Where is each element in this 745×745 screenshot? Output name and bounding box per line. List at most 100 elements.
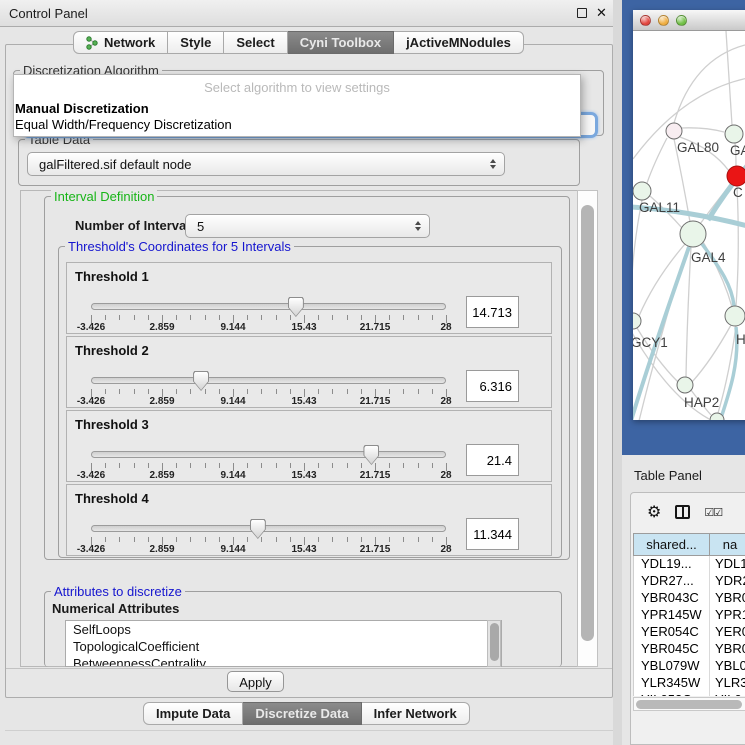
list-item[interactable]: SelfLoops — [66, 621, 501, 638]
slider-track[interactable] — [91, 451, 446, 458]
settings-vertical-scrollbar[interactable] — [577, 190, 598, 667]
spinner-value: 5 — [186, 219, 415, 234]
tick-label: -3.426 — [77, 396, 105, 407]
num-intervals-spinner[interactable]: 5 — [185, 214, 430, 238]
network-node-red[interactable] — [727, 166, 745, 186]
scrollbar-thumb[interactable] — [636, 700, 742, 709]
tick-mark — [176, 389, 177, 394]
network-node-h[interactable] — [725, 306, 745, 326]
table-row[interactable]: YLR345WYLR3 — [634, 675, 745, 692]
table-header-row: shared...na — [633, 533, 745, 556]
tab-impute-data[interactable]: Impute Data — [143, 702, 243, 725]
float-window-icon[interactable] — [577, 8, 587, 18]
threshold-value-field[interactable]: 6.316 — [466, 370, 519, 402]
slider-thumb[interactable] — [250, 519, 266, 539]
network-node-gal4[interactable] — [680, 221, 706, 247]
slider-thumb[interactable] — [288, 297, 304, 317]
threshold-value-field[interactable]: 11.344 — [466, 518, 519, 550]
cell-shared-name: YIL052C — [634, 692, 710, 696]
threshold-value-field[interactable]: 21.4 — [466, 444, 519, 476]
cell-shared-name: YBL079W — [634, 658, 710, 675]
algorithm-dropdown-popup: Select algorithm to view settings Manual… — [13, 74, 581, 137]
slider-track[interactable] — [91, 377, 446, 384]
table-row[interactable]: YBL079WYBL0 — [634, 658, 745, 675]
scrollbar-thumb[interactable] — [490, 623, 499, 661]
tick-mark — [403, 537, 404, 542]
network-canvas[interactable]: GAL80GACGAL11GAL4GCY1HHAP2 — [633, 31, 745, 420]
table-row[interactable]: YPR145WYPR1 — [634, 607, 745, 624]
tab-label: jActiveMNodules — [406, 35, 511, 50]
threshold-row: Threshold 4-3.4262.8599.14415.4321.71528… — [66, 484, 552, 556]
tick-mark — [432, 389, 433, 394]
network-node-ga[interactable] — [725, 125, 743, 143]
threshold-value-field[interactable]: 14.713 — [466, 296, 519, 328]
tick-mark — [148, 389, 149, 394]
network-node-gal80[interactable] — [666, 123, 682, 139]
slider-thumb[interactable] — [193, 371, 209, 391]
table-row[interactable]: YBR043CYBR0 — [634, 590, 745, 607]
tick-mark — [190, 463, 191, 468]
tab-cyni-toolbox[interactable]: Cyni Toolbox — [288, 31, 394, 54]
divider — [5, 730, 613, 731]
table-row[interactable]: YIL052CYIL0 — [634, 692, 745, 696]
cell-shared-name: YPR145W — [634, 607, 710, 624]
select-columns-icon[interactable]: ☑☑ — [704, 506, 722, 519]
algorithm-option[interactable]: Equal Width/Frequency Discretization — [15, 117, 232, 132]
table-panel-card: ⚙ ☑☑ shared...na YDL19...YDL1YDR27...YDR… — [630, 492, 745, 745]
control-panel: Control Panel ✕ NetworkStyleSelectCyni T… — [0, 0, 618, 745]
tab-infer-network[interactable]: Infer Network — [362, 702, 470, 725]
network-edge — [736, 186, 738, 306]
tab-discretize-data[interactable]: Discretize Data — [243, 702, 361, 725]
column-header[interactable]: shared... — [633, 533, 710, 556]
split-columns-icon[interactable] — [675, 505, 690, 519]
tick-mark — [134, 463, 135, 468]
tick-mark — [332, 537, 333, 542]
group-title: Interval Definition — [51, 189, 157, 204]
tab-network[interactable]: Network — [73, 31, 168, 54]
tick-mark — [432, 463, 433, 468]
tick-mark — [432, 537, 433, 542]
cell-name: YLR3 — [710, 675, 745, 692]
tick-mark — [347, 389, 348, 394]
algorithm-option[interactable]: Manual Discretization — [15, 101, 149, 116]
table-horizontal-scrollbar[interactable] — [633, 697, 745, 711]
table-row[interactable]: YBR045CYBR0 — [634, 641, 745, 658]
apply-button[interactable]: Apply — [227, 671, 284, 692]
tick-label: 28 — [440, 322, 451, 333]
table-row[interactable]: YDL19...YDL1 — [634, 556, 745, 573]
node-label: HAP2 — [684, 395, 719, 410]
tab-select[interactable]: Select — [224, 31, 287, 54]
tick-label: 9.144 — [220, 470, 245, 481]
tab-style[interactable]: Style — [168, 31, 224, 54]
slider-track[interactable] — [91, 525, 446, 532]
popup-placeholder: Select algorithm to view settings — [14, 80, 580, 95]
tick-mark — [219, 463, 220, 468]
list-item[interactable]: TopologicalCoefficient — [66, 638, 501, 655]
tick-label: 9.144 — [220, 322, 245, 333]
network-edge — [647, 138, 667, 183]
slider-thumb[interactable] — [363, 445, 379, 465]
tab-jactivemnodules[interactable]: jActiveMNodules — [394, 31, 524, 54]
close-icon[interactable]: ✕ — [596, 5, 607, 21]
tick-mark — [361, 537, 362, 542]
attributes-list-scrollbar[interactable] — [487, 620, 501, 667]
list-item[interactable]: BetweennessCentrality — [66, 655, 501, 667]
network-edge — [633, 200, 642, 316]
scrollbar-thumb[interactable] — [581, 205, 594, 641]
column-header[interactable]: na — [710, 533, 745, 556]
slider-track[interactable] — [91, 303, 446, 310]
zoom-traffic-icon[interactable] — [676, 15, 687, 26]
table-row[interactable]: YDR27...YDR2 — [634, 573, 745, 590]
tick-mark — [361, 463, 362, 468]
numerical-attributes-list[interactable]: SelfLoopsTopologicalCoefficientBetweenne… — [65, 620, 502, 667]
tab-label: Impute Data — [156, 706, 230, 721]
table-data-combobox[interactable]: galFiltered.sif default node — [27, 152, 505, 176]
table-row[interactable]: YER054CYER0 — [634, 624, 745, 641]
minimize-traffic-icon[interactable] — [658, 15, 669, 26]
tick-mark — [176, 463, 177, 468]
tick-label: 28 — [440, 396, 451, 407]
network-node-hap2[interactable] — [677, 377, 693, 393]
settings-gear-icon[interactable]: ⚙ — [647, 502, 661, 522]
close-traffic-icon[interactable] — [640, 15, 651, 26]
network-node-gal11[interactable] — [633, 182, 651, 200]
